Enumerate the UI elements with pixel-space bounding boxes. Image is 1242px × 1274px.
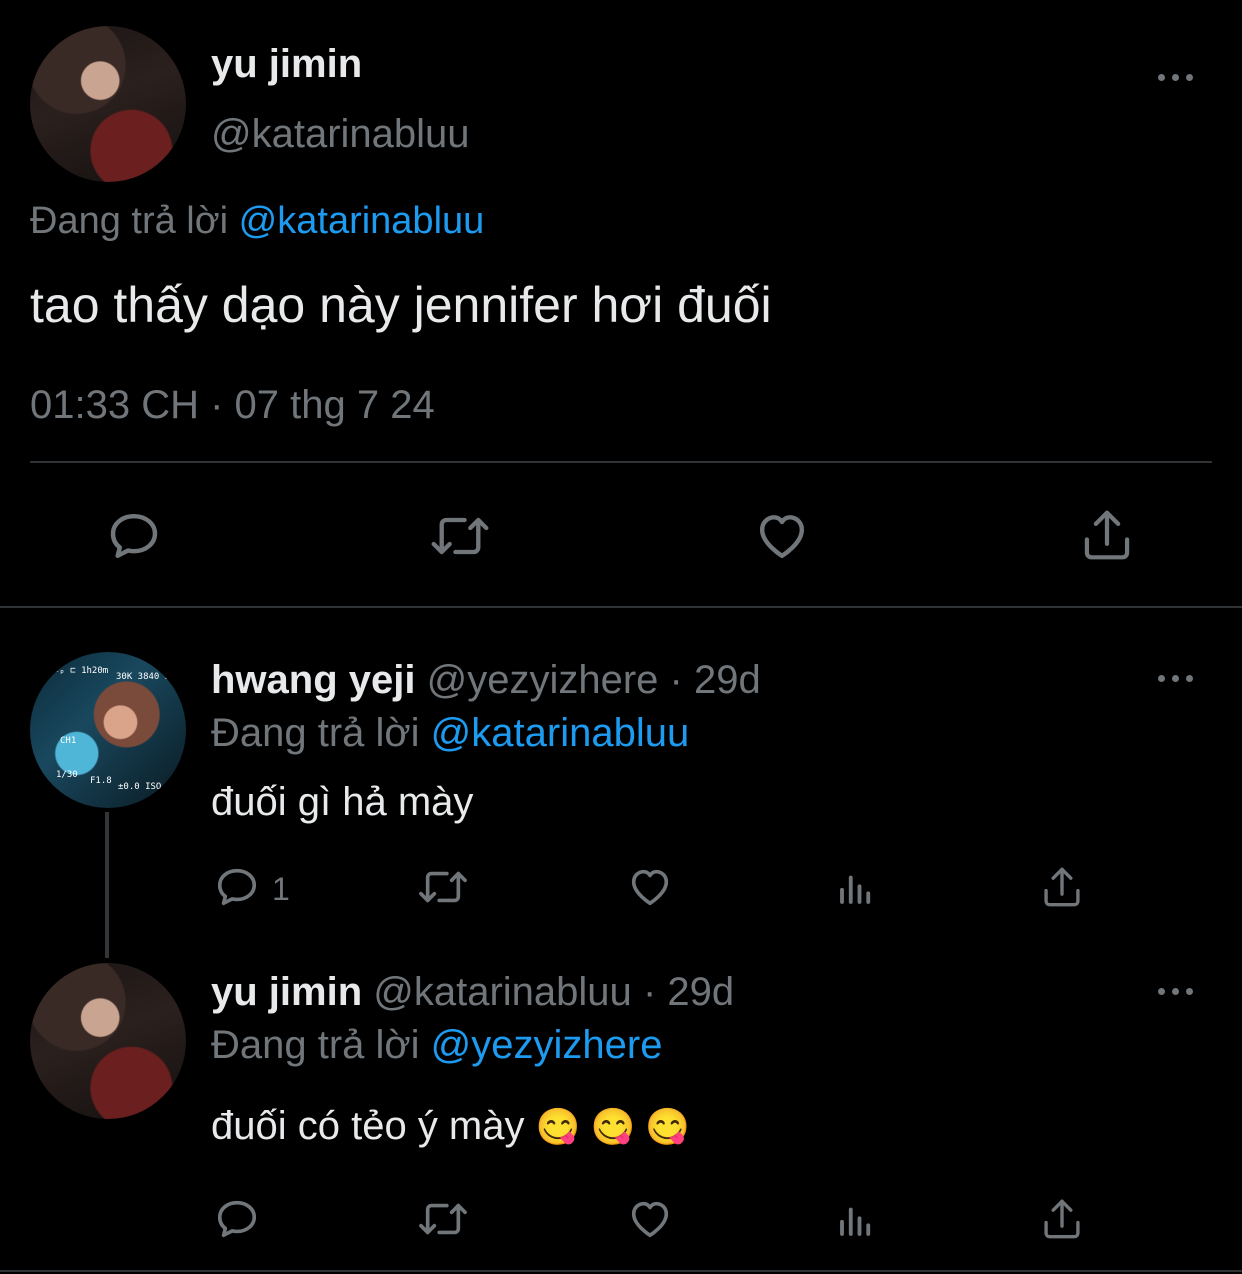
retweet-icon[interactable] xyxy=(416,864,470,910)
replying-to-link[interactable]: @yezyizhere xyxy=(431,1023,663,1067)
reply-author-name[interactable]: yu jimin xyxy=(211,970,362,1014)
share-icon[interactable] xyxy=(1040,864,1084,910)
camera-overlay-text: 1/30 xyxy=(56,770,78,780)
reply-avatar[interactable]: ₋ₚ ⊏ 1h20m 30K 3840 30P CH1 1/30 F1.8 ±0… xyxy=(30,652,186,808)
replying-to-link[interactable]: @katarinabluu xyxy=(239,200,485,242)
reply-count: 1 xyxy=(272,871,290,907)
views-icon[interactable] xyxy=(835,1198,877,1242)
like-icon[interactable] xyxy=(753,508,811,564)
share-icon[interactable] xyxy=(1040,1196,1084,1242)
reply-header: hwang yeji @yezyizhere · 29d xyxy=(211,658,761,703)
like-icon[interactable] xyxy=(626,864,674,910)
more-options-icon[interactable] xyxy=(1158,67,1198,87)
more-options-icon[interactable] xyxy=(1158,668,1198,688)
reply-author-handle[interactable]: @yezyizhere xyxy=(427,658,659,702)
more-options-icon[interactable] xyxy=(1158,981,1198,1001)
replying-label: Đang trả lời xyxy=(30,200,229,242)
reply-header: yu jimin @katarinabluu · 29d xyxy=(211,970,734,1015)
thread-line xyxy=(105,812,109,958)
replying-label: Đang trả lời xyxy=(211,711,420,755)
camera-overlay-text: CH1 xyxy=(60,736,77,746)
reply-icon[interactable] xyxy=(214,1196,260,1242)
reply-icon[interactable] xyxy=(106,508,162,564)
replying-to-line: Đang trả lời @katarinabluu xyxy=(211,711,689,756)
emoji-yum-icons: 😋 😋 😋 xyxy=(535,1106,691,1147)
section-divider xyxy=(0,606,1242,608)
reply-text: đuối gì hả mày xyxy=(211,780,474,824)
retweet-icon[interactable] xyxy=(428,508,492,564)
reply-icon[interactable] xyxy=(214,864,260,910)
divider xyxy=(30,461,1212,463)
reply-author-handle[interactable]: @katarinabluu xyxy=(373,970,632,1014)
reply-author-name[interactable]: hwang yeji xyxy=(211,658,416,702)
reply-text: đuối có tẻo ý mày xyxy=(211,1104,525,1148)
replying-to-line: Đang trả lời @yezyizhere xyxy=(211,1023,662,1068)
reply-avatar[interactable] xyxy=(30,963,186,1119)
camera-overlay-text: 30K 3840 30P xyxy=(116,672,182,682)
reply-time[interactable]: · 29d xyxy=(643,970,734,1014)
reply-time[interactable]: · 29d xyxy=(670,658,761,702)
camera-overlay-text: ₋ₚ ⊏ 1h20m xyxy=(54,666,109,676)
author-name[interactable]: yu jimin xyxy=(211,42,362,87)
bottom-divider xyxy=(0,1270,1242,1272)
camera-overlay-text: F1.8 xyxy=(90,776,112,786)
reply-text-line: đuối có tẻo ý mày 😋 😋 😋 xyxy=(211,1104,690,1149)
author-avatar[interactable] xyxy=(30,26,186,182)
camera-overlay-text: ±0.0 ISO xyxy=(118,782,162,792)
retweet-icon[interactable] xyxy=(416,1196,470,1242)
views-icon[interactable] xyxy=(835,866,877,910)
share-icon[interactable] xyxy=(1080,506,1134,564)
replying-to-link[interactable]: @katarinabluu xyxy=(431,711,690,755)
tweet-timestamp[interactable]: 01:33 CH · 07 thg 7 24 xyxy=(30,383,435,428)
replying-label: Đang trả lời xyxy=(211,1023,420,1067)
tweet-text: tao thấy dạo này jennifer hơi đuối xyxy=(30,277,772,333)
like-icon[interactable] xyxy=(626,1196,674,1242)
replying-to-line: Đang trả lời @katarinabluu xyxy=(30,200,484,243)
author-handle[interactable]: @katarinabluu xyxy=(211,112,470,157)
